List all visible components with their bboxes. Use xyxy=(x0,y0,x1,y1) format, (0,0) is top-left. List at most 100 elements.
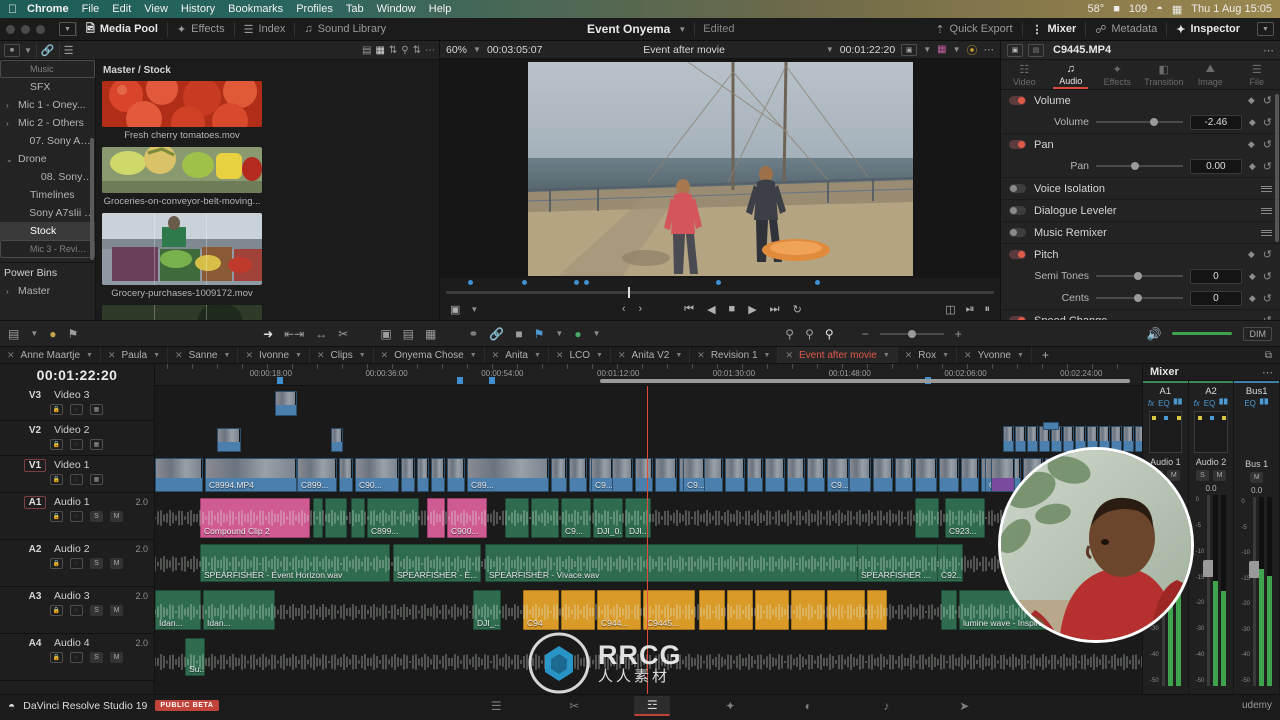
timeline-options-icon[interactable]: ⧉ xyxy=(1257,350,1280,361)
fairlight-page[interactable]: ♪ xyxy=(868,696,904,716)
timeline-clip-a3[interactable] xyxy=(755,590,789,630)
timeline-clip-a1[interactable] xyxy=(351,498,365,538)
bin-item-drone[interactable]: ⌄ Drone xyxy=(0,150,95,168)
auto-select-icon[interactable]: ◌ xyxy=(70,404,83,415)
more-icon[interactable]: ⋯ xyxy=(1262,366,1273,379)
timeline-tab-anita[interactable]: ✕ Anita ▼ xyxy=(485,347,549,363)
safe-area-icon[interactable]: ▣ xyxy=(901,43,918,56)
track-header-a3[interactable]: A3 Audio 3 2.0 🔒 ◌ S M xyxy=(0,587,154,634)
fullscreen-icon[interactable]: ◫ xyxy=(945,303,955,316)
position-lock-icon[interactable]: ■ xyxy=(515,327,522,341)
eq-button[interactable]: EQ xyxy=(1244,399,1256,408)
link-broken-icon[interactable]: 🔗 xyxy=(41,44,55,57)
solo-button[interactable]: S xyxy=(1196,470,1209,481)
chevron-down-icon-3[interactable]: ▼ xyxy=(923,45,931,54)
timeline-tab-ivonne[interactable]: ✕ Ivonne ▼ xyxy=(238,347,310,363)
bin-item-mic-1-oney[interactable]: › Mic 1 - Oney... xyxy=(0,96,95,114)
viewer-marker[interactable] xyxy=(468,280,473,285)
timeline-clip-a1[interactable] xyxy=(427,498,445,538)
color-wheel-icon[interactable]: ⦿ xyxy=(967,42,978,58)
timeline-clip-v1[interactable] xyxy=(961,458,979,492)
timeline-clip-v1[interactable] xyxy=(447,458,465,492)
trim-tool-icon[interactable]: ⇤⇥ xyxy=(284,327,304,341)
inspector-tab-file[interactable]: ☰ File xyxy=(1234,60,1280,89)
lock-icon[interactable]: 🔒 xyxy=(50,439,63,450)
close-icon[interactable]: ✕ xyxy=(245,350,253,361)
chevron-down-icon[interactable]: ▼ xyxy=(30,329,38,338)
apple-menu-icon[interactable]:  xyxy=(8,2,17,16)
lock-icon[interactable]: 🔒 xyxy=(50,474,63,485)
filter-icon[interactable]: ☰ xyxy=(64,44,74,57)
preset-menu-icon[interactable] xyxy=(1261,207,1272,214)
fusion-page[interactable]: ✦ xyxy=(712,696,748,716)
track-number[interactable]: V2 xyxy=(24,425,46,436)
clip-thumbnail[interactable] xyxy=(102,81,262,127)
track-header-a1[interactable]: A1 Audio 1 2.0 🔒 ◌ S M xyxy=(0,493,154,540)
timeline-clip-v1[interactable]: C89... xyxy=(467,458,549,492)
bin-item-stock[interactable]: Stock xyxy=(0,222,95,240)
timeline-clip-a2[interactable]: SPEARFISHER - Event Horizon.wav xyxy=(200,544,390,582)
play-icon[interactable]: ▶ xyxy=(748,303,756,316)
param-slider[interactable] xyxy=(1096,160,1183,172)
close-icon[interactable]: ✕ xyxy=(905,350,913,361)
timeline-clip-a3[interactable] xyxy=(791,590,825,630)
close-icon[interactable]: ✕ xyxy=(964,350,972,361)
video-enable-icon[interactable]: ▦ xyxy=(90,474,103,485)
chevron-down-icon[interactable]: ▼ xyxy=(470,305,478,314)
menu-edit[interactable]: Edit xyxy=(112,3,131,15)
chevron-down-icon[interactable]: ▼ xyxy=(1017,352,1024,359)
arrow-tool-icon[interactable]: ➜ xyxy=(263,327,273,341)
chevron-down-icon-3[interactable]: ▼ xyxy=(593,329,601,338)
chevron-down-icon[interactable]: ▼ xyxy=(764,352,771,359)
timeline-clip-a1-compound[interactable]: Compound Clip 2 xyxy=(200,498,310,538)
timeline-clip-v1[interactable] xyxy=(849,458,871,492)
timeline-clip-v1[interactable] xyxy=(155,458,203,492)
bin-item-08-sony-a[interactable]: 08. Sony A... xyxy=(0,168,95,186)
loop-icon[interactable]: ↻ xyxy=(793,303,802,316)
meter-icon[interactable]: ██ xyxy=(1219,399,1228,408)
list-view-icon[interactable]: ▤ xyxy=(362,45,371,56)
close-icon[interactable]: ✕ xyxy=(7,350,15,361)
eq-button[interactable]: EQ xyxy=(1158,399,1170,408)
grid-view-icon[interactable]: ▦ xyxy=(375,45,384,56)
disclosure-icon[interactable]: › xyxy=(6,119,18,128)
section-toggle[interactable] xyxy=(1009,206,1026,215)
timeline-timecode[interactable]: 00:01:22:20 xyxy=(0,364,155,386)
track-header-v1[interactable]: V1 Video 1 🔒 ◌ ▦ xyxy=(0,456,154,493)
timeline-clip-a2[interactable]: SPEARFISHER - E... xyxy=(393,544,481,582)
flag-icon[interactable]: ⚑ xyxy=(68,327,79,341)
eq-button[interactable]: EQ xyxy=(1204,399,1216,408)
timeline-clip-a2[interactable]: C92... xyxy=(937,544,963,582)
timeline-clip-v1[interactable] xyxy=(417,458,429,492)
timeline-clip-v2-c[interactable] xyxy=(1003,426,1014,452)
jump-end-icon[interactable]: ⏭ xyxy=(770,303,780,316)
timeline-clip-v1[interactable]: C9... xyxy=(827,458,849,492)
timeline-clip-v1[interactable] xyxy=(401,458,415,492)
preset-menu-icon[interactable] xyxy=(1261,229,1272,236)
zoom-out-icon[interactable]: − xyxy=(862,327,869,341)
clip-thumbnail[interactable] xyxy=(102,305,262,320)
timeline-clip-a3[interactable] xyxy=(827,590,865,630)
mute-button[interactable]: M xyxy=(1213,470,1226,481)
meter-icon[interactable]: ██ xyxy=(1174,399,1183,408)
chevron-down-icon-4[interactable]: ▼ xyxy=(953,45,961,54)
timeline-clip-a3[interactable] xyxy=(699,590,725,630)
chevron-down-icon[interactable]: ▼ xyxy=(224,352,231,359)
timeline-clip-v1[interactable] xyxy=(807,458,825,492)
lock-icon[interactable]: 🔒 xyxy=(50,404,63,415)
lut-icon[interactable]: ▦ xyxy=(937,44,946,55)
timeline-clip-v1[interactable] xyxy=(939,458,959,492)
menu-tab[interactable]: Tab xyxy=(346,3,364,15)
video-enable-icon[interactable]: ▦ xyxy=(90,404,103,415)
timeline-clip-v1[interactable]: C9... xyxy=(591,458,613,492)
mute-button[interactable]: M xyxy=(110,605,123,616)
keyframe-icon[interactable]: ◆ xyxy=(1248,139,1255,150)
auto-select-icon[interactable]: ◌ xyxy=(70,511,83,522)
param-value-field[interactable]: -2.46 xyxy=(1189,114,1242,130)
solo-button[interactable]: S xyxy=(90,558,103,569)
search-icon[interactable]: ⚲ xyxy=(401,45,408,56)
overwrite-clip-icon[interactable]: ▤ xyxy=(403,327,414,341)
zoom-slider-knob[interactable] xyxy=(907,329,916,338)
preset-menu-icon[interactable] xyxy=(1261,185,1272,192)
minimize-icon[interactable] xyxy=(21,24,30,34)
